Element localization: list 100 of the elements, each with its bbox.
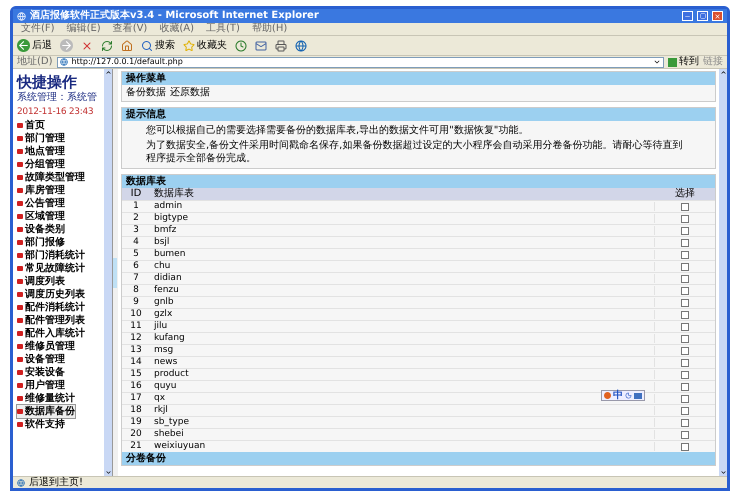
go-button[interactable]: 转到: [668, 57, 699, 67]
checkbox[interactable]: [681, 274, 689, 282]
address-field[interactable]: http://127.0.0.1/default.php: [56, 56, 664, 68]
minimize-button[interactable]: [682, 11, 693, 21]
sidebar-link[interactable]: 配件消耗统计: [17, 301, 85, 314]
checkbox[interactable]: [681, 334, 689, 342]
checkbox[interactable]: [681, 370, 689, 378]
id-cell-text: 18: [129, 406, 143, 415]
history-icon[interactable]: [235, 40, 247, 52]
sidebar-link[interactable]: 部门消耗统计: [17, 249, 85, 262]
sidebar-link[interactable]: 首页: [17, 119, 45, 132]
operation-link[interactable]: 备份数据: [126, 87, 166, 99]
sidebar-link[interactable]: 软件支持: [17, 418, 65, 431]
sidebar-link[interactable]: 分组管理: [17, 158, 65, 171]
refresh-icon[interactable]: [101, 40, 113, 52]
sidebar-link[interactable]: 公告管理: [17, 197, 65, 210]
scroll-up-icon[interactable]: [104, 69, 112, 76]
column-header: 选择: [674, 188, 696, 200]
checkbox[interactable]: [681, 346, 689, 354]
sidebar-link[interactable]: 部门管理: [17, 132, 65, 145]
bullet-icon: [17, 422, 23, 427]
globe-icon[interactable]: [295, 40, 307, 52]
bullet-icon: [17, 214, 23, 219]
sidebar-link[interactable]: 部门报修: [17, 236, 65, 249]
table-name-cell: fenzu: [150, 286, 655, 295]
sidebar-link[interactable]: 用户管理: [17, 379, 65, 392]
checkbox[interactable]: [681, 310, 689, 318]
id-cell-text: 7: [132, 274, 140, 283]
sidebar-link[interactable]: 设备类别: [17, 223, 65, 236]
checkbox[interactable]: [681, 262, 689, 270]
sidebar-link[interactable]: 调度历史列表: [17, 288, 85, 301]
sidebar-link[interactable]: 设备管理: [17, 353, 65, 366]
home-icon[interactable]: [121, 40, 133, 52]
menu-item[interactable]: 编辑(E): [66, 24, 101, 34]
scroll-up-icon[interactable]: [720, 69, 726, 76]
scroll-down-icon[interactable]: [104, 469, 112, 476]
checkbox[interactable]: [681, 418, 689, 426]
back-button[interactable]: 后退: [17, 38, 52, 53]
mail-icon[interactable]: [255, 40, 267, 52]
menu-item[interactable]: 文件(F): [21, 24, 55, 34]
operation-link[interactable]: 还原数据: [170, 87, 210, 99]
maximize-button[interactable]: [697, 11, 708, 21]
sidebar-link[interactable]: 常见故障统计: [17, 262, 85, 275]
sidebar-link[interactable]: 库房管理: [17, 184, 65, 197]
sidebar-link[interactable]: 调度列表: [17, 275, 65, 288]
bullet-icon: [17, 136, 23, 141]
section-header: 操作菜单: [122, 72, 715, 85]
id-cell-text: 13: [129, 346, 143, 355]
menu-item[interactable]: 收藏(A): [159, 24, 194, 34]
menu-item[interactable]: 帮助(H): [252, 24, 288, 34]
sidebar-link[interactable]: 维修员管理: [17, 340, 75, 353]
search-button[interactable]: 搜索: [141, 38, 175, 53]
checkbox[interactable]: [681, 214, 689, 222]
close-button[interactable]: [712, 11, 723, 21]
menu-item[interactable]: 工具(T): [206, 24, 240, 34]
ime-toolbar[interactable]: 中: [601, 390, 645, 401]
checkbox[interactable]: [681, 250, 689, 258]
checkbox[interactable]: [681, 394, 689, 402]
favorites-button[interactable]: 收藏夹: [183, 38, 227, 53]
sidebar-link[interactable]: 数据库备份: [17, 405, 75, 418]
sidebar-link[interactable]: 区域管理: [17, 210, 65, 223]
menu-item[interactable]: 查看(V): [112, 24, 148, 34]
checkbox[interactable]: [681, 406, 689, 414]
sidebar-link[interactable]: 安装设备: [17, 366, 65, 379]
bullet-icon: [17, 162, 23, 167]
moon-icon: [625, 392, 632, 399]
user-label: 系统管理：系统管: [17, 91, 98, 105]
sidebar-title: 快捷操作: [17, 73, 78, 91]
sidebar-link[interactable]: 维修量统计: [17, 392, 75, 405]
bullet-icon: [17, 344, 23, 349]
checkbox[interactable]: [681, 442, 689, 450]
page-icon: [60, 58, 68, 66]
checkbox[interactable]: [681, 430, 689, 438]
sidebar-link[interactable]: 配件管理列表: [17, 314, 85, 327]
bullet-icon: [17, 201, 23, 206]
print-icon[interactable]: [275, 40, 287, 52]
bullet-icon: [17, 409, 23, 414]
checkbox[interactable]: [681, 202, 689, 210]
id-cell-text: 8: [132, 286, 140, 295]
tip-text: 为了数据安全,备份文件采用时间戳命名保存,如果备份数据超过设定的大小程序会自动采用分卷备份功能。请耐心等待直到程序提示全部备份完成。: [146, 139, 684, 165]
sidebar-link[interactable]: 故障类型管理: [17, 171, 85, 184]
id-cell-text: 9: [132, 298, 140, 307]
scroll-down-icon[interactable]: [720, 469, 726, 476]
checkbox[interactable]: [681, 298, 689, 306]
checkbox[interactable]: [681, 322, 689, 330]
window-title: 酒店报修软件正式版本v3.4 - Microsoft Internet Explorer: [30, 11, 320, 21]
table-name-cell: bumen: [150, 250, 655, 259]
sidebar-link[interactable]: 地点管理: [17, 145, 65, 158]
checkbox[interactable]: [681, 238, 689, 246]
sidebar-link[interactable]: 配件入库统计: [17, 327, 85, 340]
checkbox[interactable]: [681, 382, 689, 390]
bullet-icon: [17, 279, 23, 284]
checkbox[interactable]: [681, 358, 689, 366]
status-text: 后退到主页!: [29, 478, 84, 488]
stop-icon[interactable]: [81, 40, 93, 52]
checkbox[interactable]: [681, 226, 689, 234]
id-cell-text: 15: [129, 370, 143, 379]
splitter-handle[interactable]: [113, 258, 117, 288]
checkbox[interactable]: [681, 286, 689, 294]
tip-text: 您可以根据自己的需要选择需要备份的数据库表,导出的数据文件可用"数据恢复"功能。: [146, 124, 530, 137]
